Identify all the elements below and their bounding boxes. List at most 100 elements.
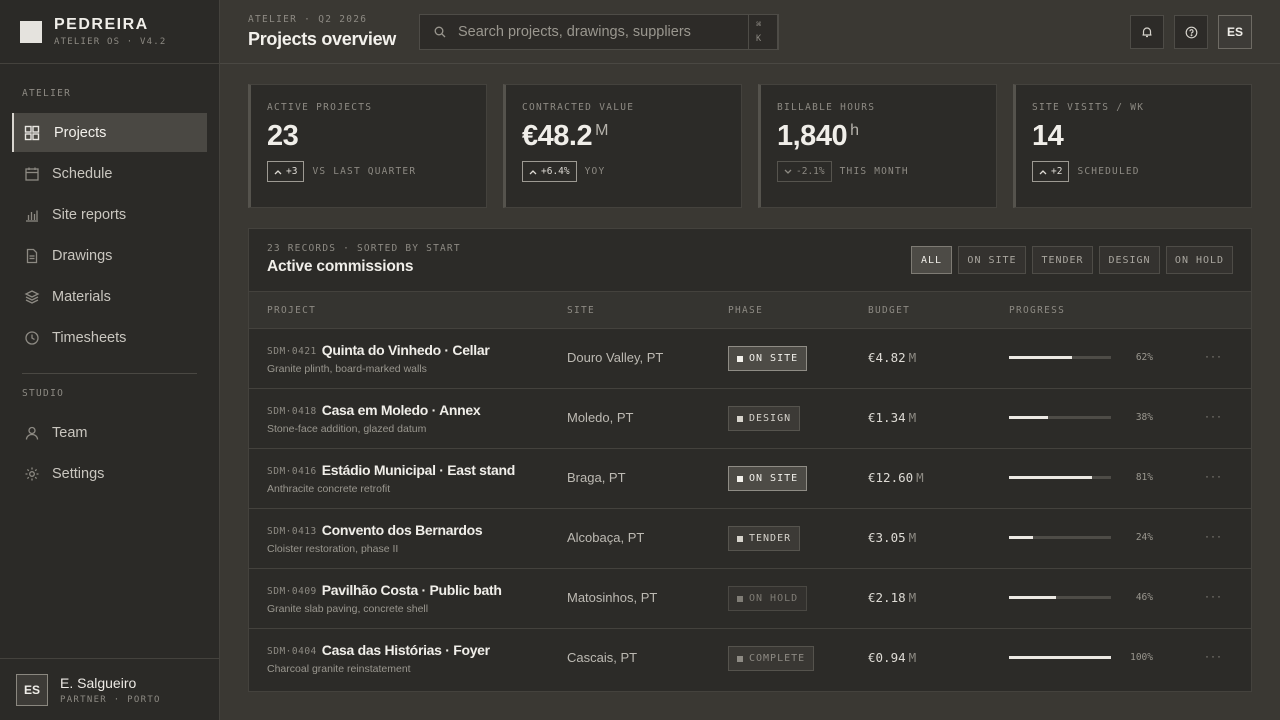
sidebar-item-materials[interactable]: Materials [12, 277, 207, 316]
row-more-icon[interactable]: ··· [1205, 469, 1223, 483]
table-row[interactable]: SDM·0413 Convento dos Bernardos Cloister r… [249, 509, 1251, 569]
header-avatar[interactable]: ES [1218, 15, 1252, 49]
breadcrumb: ATELIER · Q2 2026 [248, 14, 368, 25]
budget-unit: M [908, 530, 917, 545]
kpi-unit: M [595, 122, 608, 139]
budget-unit: M [908, 650, 917, 665]
project-description: Cloister restoration, phase II [267, 543, 399, 555]
sidebar-item-label: Drawings [52, 247, 113, 264]
search-box[interactable]: Search projects, drawings, suppliers ⌘ K [419, 14, 779, 50]
sidebar-item-site-reports[interactable]: Site reports [12, 195, 207, 234]
column-header-progress[interactable]: PROGRESS [1009, 305, 1065, 316]
chevron-up-icon [1039, 169, 1047, 174]
progress-bar [1009, 356, 1111, 359]
progress-bar [1009, 476, 1111, 479]
progress-fill [1009, 356, 1073, 359]
project-site: Cascais, PT [567, 650, 638, 665]
project-description: Granite plinth, board-marked walls [267, 363, 427, 375]
phase-badge: ON SITE [728, 466, 808, 491]
sidebar-item-timesheets[interactable]: Timesheets [12, 318, 207, 357]
project-site: Braga, PT [567, 470, 626, 485]
project-site: Douro Valley, PT [567, 350, 664, 365]
project-budget: €3.05 M [868, 530, 916, 545]
project-name[interactable]: Casa das Histórias · Foyer [322, 642, 490, 658]
filter-all[interactable]: ALL [911, 246, 952, 274]
column-header-project[interactable]: PROJECT [267, 305, 316, 316]
kpi-card-billable-hours: BILLABLE HOURS 1,840 h -2.1% THIS MONTH [758, 84, 997, 208]
project-site: Alcobaça, PT [567, 530, 645, 545]
row-more-icon[interactable]: ··· [1205, 529, 1223, 543]
phase-badge: COMPLETE [728, 646, 815, 671]
current-user[interactable]: ES E. Salgueiro PARTNER · PORTO [0, 658, 219, 720]
column-header-site[interactable]: SITE [567, 305, 595, 316]
sidebar-item-settings[interactable]: Settings [12, 454, 207, 493]
row-more-icon[interactable]: ··· [1205, 589, 1223, 603]
budget-value: €2.18 [868, 590, 906, 605]
sidebar: PEDREIRA ATELIER OS · V4.2 ATELIER Proje… [0, 0, 220, 720]
user-role: PARTNER · PORTO [60, 694, 161, 705]
row-more-icon[interactable]: ··· [1205, 409, 1223, 423]
row-more-icon[interactable]: ··· [1205, 649, 1223, 663]
calendar-icon [25, 167, 39, 181]
kpi-delta: +3 [286, 166, 298, 177]
user-icon [25, 426, 39, 440]
column-header-budget[interactable]: BUDGET [868, 305, 910, 316]
project-code: SDM·0418 [267, 406, 317, 417]
notifications-button[interactable] [1130, 15, 1164, 49]
table-row[interactable]: SDM·0418 Casa em Moledo · Annex Stone-face… [249, 389, 1251, 449]
budget-value: €3.05 [868, 530, 906, 545]
project-name[interactable]: Estádio Municipal · East stand [322, 462, 516, 478]
progress-fill [1009, 656, 1111, 659]
column-header-phase[interactable]: PHASE [728, 305, 763, 316]
project-name[interactable]: Casa em Moledo · Annex [322, 402, 481, 418]
brand: PEDREIRA ATELIER OS · V4.2 [0, 0, 219, 64]
kpi-note: YOY [584, 166, 606, 177]
search-input[interactable]: Search projects, drawings, suppliers [458, 24, 748, 40]
table-header: PROJECT SITE PHASE BUDGET PROGRESS [249, 291, 1251, 329]
filter-on-hold[interactable]: ON HOLD [1166, 246, 1233, 274]
table-row[interactable]: SDM·0416 Estádio Municipal · East stand An… [249, 449, 1251, 509]
sidebar-item-projects[interactable]: Projects [12, 113, 207, 152]
project-code: SDM·0416 [267, 466, 317, 477]
table-row[interactable]: SDM·0404 Casa das Histórias · Foyer Charco… [249, 629, 1251, 689]
row-more-icon[interactable]: ··· [1205, 349, 1223, 363]
filter-design[interactable]: DESIGN [1099, 246, 1160, 274]
phase-badge: ON SITE [728, 346, 808, 371]
project-site: Matosinhos, PT [567, 590, 658, 605]
filter-tender[interactable]: TENDER [1032, 246, 1093, 274]
progress-percent: 38% [1135, 412, 1153, 423]
budget-unit: M [916, 470, 924, 485]
kpi-label: BILLABLE HOURS [777, 102, 876, 113]
project-name[interactable]: Pavilhão Costa · Public bath [322, 582, 502, 598]
sidebar-item-label: Projects [54, 124, 107, 141]
grid-icon [24, 125, 40, 141]
project-description: Charcoal granite reinstatement [267, 663, 411, 675]
sidebar-item-label: Settings [52, 465, 105, 482]
progress-bar [1009, 416, 1111, 419]
project-name[interactable]: Quinta do Vinhedo · Cellar [322, 342, 490, 358]
budget-unit: M [908, 590, 917, 605]
kpi-value-number: 23 [267, 120, 299, 152]
sidebar-item-team[interactable]: Team [12, 413, 207, 452]
sidebar-item-drawings[interactable]: Drawings [12, 236, 207, 275]
user-avatar: ES [16, 673, 48, 706]
bell-icon [1142, 27, 1152, 38]
progress-bar [1009, 596, 1111, 599]
project-name[interactable]: Convento dos Bernardos [322, 522, 483, 538]
kbd-k-key: K [756, 34, 762, 44]
help-icon [1185, 26, 1197, 38]
kpi-note: VS LAST QUARTER [312, 166, 417, 177]
kpi-note: SCHEDULED [1077, 166, 1140, 177]
filter-on-site[interactable]: ON SITE [958, 246, 1026, 274]
keyboard-shortcut-hint: ⌘ K [748, 15, 778, 49]
help-button[interactable] [1174, 15, 1208, 49]
kpi-delta: -2.1% [796, 166, 825, 177]
sidebar-item-label: Schedule [52, 165, 113, 182]
project-description: Granite slab paving, concrete shell [267, 603, 429, 615]
table-row[interactable]: SDM·0409 Pavilhão Costa · Public bath Gran… [249, 569, 1251, 629]
clock-icon [25, 331, 39, 345]
project-budget: €4.82 M [868, 350, 916, 365]
table-row[interactable]: SDM·0421 Quinta do Vinhedo · Cellar Granit… [249, 329, 1251, 389]
project-description: Stone-face addition, glazed datum [267, 423, 427, 435]
sidebar-item-schedule[interactable]: Schedule [12, 154, 207, 193]
